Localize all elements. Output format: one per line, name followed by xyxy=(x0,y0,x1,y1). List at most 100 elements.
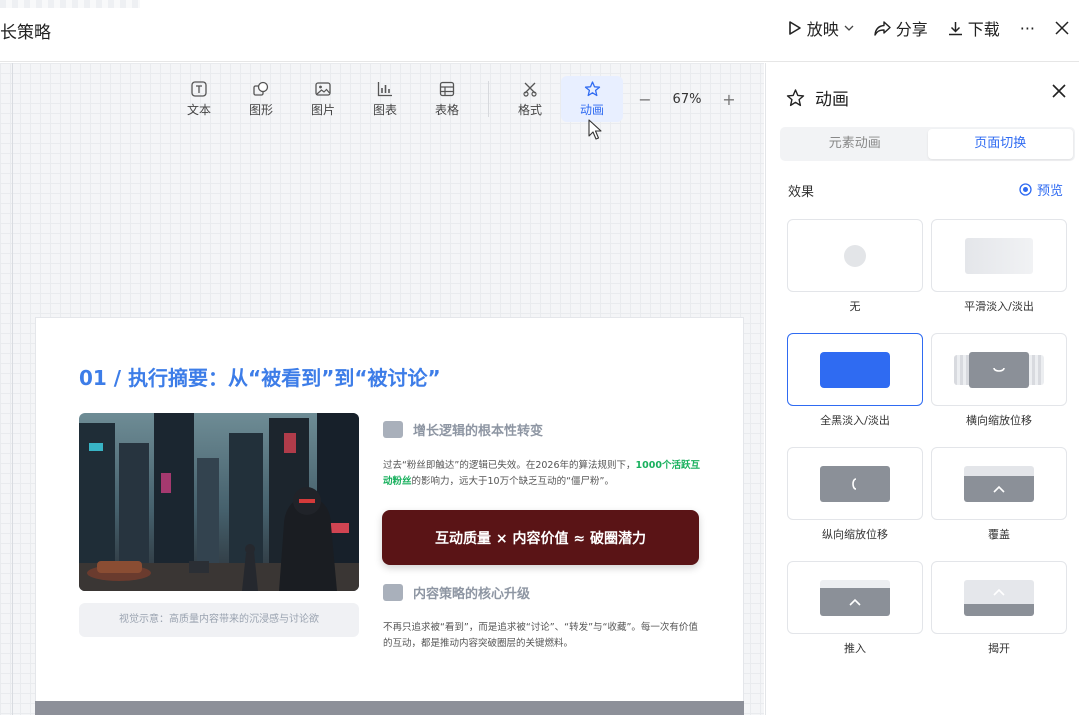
chevron-up-icon xyxy=(993,485,1005,493)
effect-black-fade[interactable]: 全黑淡入/淡出 xyxy=(787,333,923,447)
fade-thumb xyxy=(965,237,1033,274)
download-icon xyxy=(948,21,962,35)
tool-animation[interactable]: 动画 xyxy=(561,76,623,122)
shape-icon xyxy=(253,81,269,96)
text-icon xyxy=(191,80,207,97)
push-thumb xyxy=(820,579,890,616)
none-thumb xyxy=(844,244,866,267)
chevron-up-icon xyxy=(849,598,861,606)
preview-button[interactable]: 预览 xyxy=(1019,180,1063,199)
section-2-paragraph[interactable]: 不再只追求被“看到”，而是追求被“讨论”、“转发”与“收藏”。每一次有价值的互动… xyxy=(383,620,703,652)
effect-label: 无 xyxy=(849,300,861,313)
tool-format-label: 格式 xyxy=(517,102,542,117)
tool-image[interactable]: 图片 xyxy=(292,76,354,122)
slide-title[interactable]: 01 / 执行摘要：从“被看到”到“被讨论” xyxy=(79,362,441,391)
effect-reveal[interactable]: 揭开 xyxy=(931,561,1067,675)
effect-none[interactable]: 无 xyxy=(787,219,923,333)
section-1-text-b: 的影响力，远大于10万个缺乏互动的“僵尸粉”。 xyxy=(411,476,614,487)
effect-thumbnail xyxy=(787,561,923,634)
tab-element-animation[interactable]: 元素动画 xyxy=(782,129,928,159)
image-caption[interactable]: 视觉示意：高质量内容带来的沉浸感与讨论欲 xyxy=(79,603,359,637)
animation-star-icon xyxy=(786,88,805,106)
effect-label: 揭开 xyxy=(988,642,1010,655)
effect-cover[interactable]: 覆盖 xyxy=(931,447,1067,561)
tab-page-transition[interactable]: 页面切换 xyxy=(927,129,1073,159)
present-button[interactable]: 放映 xyxy=(788,16,854,40)
share-label: 分享 xyxy=(895,20,928,39)
document-title[interactable]: 长策略 xyxy=(0,18,51,43)
chevron-up-icon xyxy=(993,588,1005,596)
more-label: ··· xyxy=(1019,18,1035,38)
tool-animation-label: 动画 xyxy=(579,102,604,117)
effects-grid: 无 平滑淡入/淡出 全黑淡入/淡出 横向缩放位移 纵向缩放位移 覆盖 推入 揭开 xyxy=(787,219,1067,675)
canvas-ruler-line xyxy=(12,63,13,715)
effect-label: 推入 xyxy=(844,642,866,655)
more-button[interactable]: ··· xyxy=(1020,19,1035,38)
tool-table[interactable]: 表格 xyxy=(416,76,478,122)
zoom-out-button[interactable]: − xyxy=(631,90,659,109)
black-fade-thumb xyxy=(820,351,890,388)
effect-vertical-zoom[interactable]: 纵向缩放位移 xyxy=(787,447,923,561)
panel-header: 动画 xyxy=(786,85,849,110)
zoom-in-button[interactable]: + xyxy=(715,90,743,109)
share-icon xyxy=(874,20,891,36)
zoom-value[interactable]: 67% xyxy=(659,92,715,107)
panel-title: 动画 xyxy=(815,90,849,110)
tool-chart[interactable]: 图表 xyxy=(354,76,416,122)
close-window-button[interactable] xyxy=(1055,21,1069,35)
preview-icon xyxy=(1019,183,1032,196)
tool-format[interactable]: 格式 xyxy=(499,76,561,122)
top-strip xyxy=(0,0,140,8)
tool-chart-label: 图表 xyxy=(372,102,397,117)
top-bar: 长策略 放映 分享 下载 ··· xyxy=(0,0,1079,62)
formula-banner[interactable]: 互动质量 × 内容价值 ≈ 破圈潜力 xyxy=(382,510,699,565)
tool-text-label: 文本 xyxy=(186,102,211,117)
table-icon xyxy=(439,81,455,96)
cover-thumb xyxy=(964,465,1034,502)
tool-shape-label: 图形 xyxy=(248,102,273,117)
effect-horizontal-zoom[interactable]: 横向缩放位移 xyxy=(931,333,1067,447)
toolbar-divider xyxy=(488,81,489,117)
section-1-paragraph[interactable]: 过去“粉丝即触达”的逻辑已失效。在2026年的算法规则下，1000个活跃互动粉丝… xyxy=(383,458,703,490)
share-button[interactable]: 分享 xyxy=(874,16,928,40)
tool-shape[interactable]: 图形 xyxy=(230,76,292,122)
format-icon xyxy=(523,82,537,97)
effect-thumbnail xyxy=(931,447,1067,520)
play-icon xyxy=(788,21,801,35)
effect-label: 纵向缩放位移 xyxy=(822,528,888,541)
effect-thumbnail xyxy=(931,333,1067,406)
effect-label: 横向缩放位移 xyxy=(966,414,1032,427)
effect-push[interactable]: 推入 xyxy=(787,561,923,675)
effect-smooth-fade[interactable]: 平滑淡入/淡出 xyxy=(931,219,1067,333)
section-1-text-a: 过去“粉丝即触达”的逻辑已失效。在2026年的算法规则下， xyxy=(383,460,636,471)
editor-canvas[interactable]: 文本 图形 图片 图表 表格 格式 动画 − 67% + 01 / 执行摘要：从… xyxy=(0,63,764,715)
effect-thumbnail xyxy=(787,447,923,520)
effect-label: 全黑淡入/淡出 xyxy=(820,414,890,427)
section-heading-1[interactable]: 增长逻辑的根本性转变 xyxy=(383,420,543,439)
tool-text[interactable]: 文本 xyxy=(168,76,230,122)
vzoom-thumb xyxy=(820,465,890,502)
animation-panel: 动画 元素动画 页面切换 效果 预览 无 平滑淡入/淡出 全黑淡入/淡出 横向缩… xyxy=(765,63,1079,715)
slide[interactable]: 01 / 执行摘要：从“被看到”到“被讨论” 视觉示意：高质量内容带来的沉浸感与… xyxy=(35,317,744,715)
effect-thumbnail xyxy=(787,219,923,292)
section-heading-2-text: 内容策略的核心升级 xyxy=(413,587,531,602)
panel-close-icon[interactable] xyxy=(1051,83,1067,99)
chart-icon xyxy=(377,81,392,96)
section-heading-2[interactable]: 内容策略的核心升级 xyxy=(383,583,530,602)
hzoom-thumb xyxy=(969,351,1029,388)
next-slide-edge[interactable] xyxy=(35,701,744,715)
tool-image-label: 图片 xyxy=(310,102,335,117)
tool-table-label: 表格 xyxy=(434,102,459,117)
effect-thumbnail xyxy=(931,219,1067,292)
image-icon xyxy=(315,81,331,96)
section-heading-1-text: 增长逻辑的根本性转变 xyxy=(413,424,544,439)
animation-tabs: 元素动画 页面切换 xyxy=(780,127,1075,161)
zoom-control: − 67% + xyxy=(631,90,743,109)
rotate-icon xyxy=(852,477,857,490)
effect-thumbnail xyxy=(931,561,1067,634)
chat-icon xyxy=(383,421,403,438)
mouse-cursor-icon xyxy=(588,119,602,140)
download-button[interactable]: 下载 xyxy=(948,16,1000,40)
chat-icon-2 xyxy=(383,584,403,601)
slide-image[interactable] xyxy=(79,413,359,591)
